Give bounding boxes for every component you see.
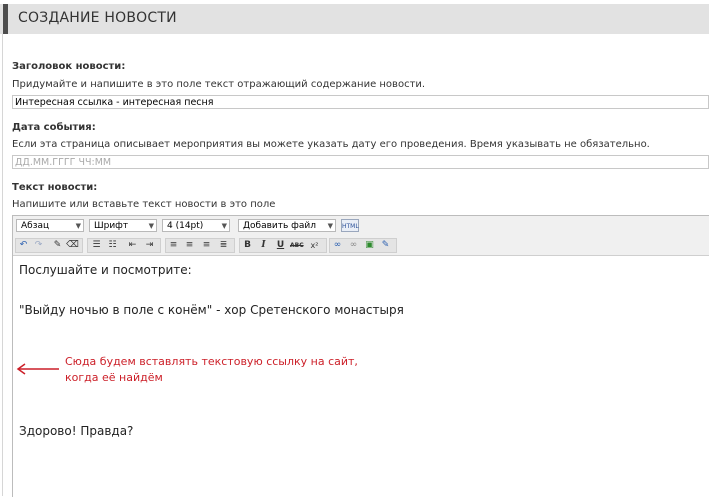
- bullet-list-icon[interactable]: ☰: [90, 239, 103, 252]
- eraser-icon[interactable]: ⌫: [66, 239, 79, 252]
- strikethrough-icon[interactable]: ABC: [290, 239, 304, 252]
- link-icon[interactable]: ∞: [331, 239, 344, 252]
- editor-line: Здорово! Правда?: [19, 424, 134, 438]
- italic-icon[interactable]: I: [257, 239, 270, 252]
- image-icon[interactable]: ▣: [363, 239, 376, 252]
- add-file-select-label: Добавить файл: [243, 221, 316, 231]
- align-left-icon[interactable]: ≡: [167, 239, 180, 252]
- title-hint: Придумайте и напишите в это поле текст о…: [12, 79, 426, 90]
- size-select-label: 4 (14pt): [167, 221, 204, 231]
- title-label: Заголовок новости:: [12, 61, 126, 72]
- editor-line: Послушайте и посмотрите:: [19, 263, 192, 277]
- date-input[interactable]: ДД.ММ.ГГГГ ЧЧ:ММ: [12, 155, 709, 169]
- date-hint: Если эта страница описывает мероприятия …: [12, 139, 650, 150]
- html-source-button[interactable]: HTML: [341, 219, 359, 232]
- edit-icon[interactable]: ✎: [379, 239, 392, 252]
- chevron-down-icon: ▼: [327, 222, 333, 230]
- indent-icon[interactable]: ⇥: [143, 239, 156, 252]
- editor-toolbar-bottom: ↶ ↷ ✎ ⌫ ☰ ☷ ⇤ ⇥ ≡ ≡ ≡ ≣ B I U ABC x² ∞ ∞…: [13, 236, 709, 256]
- unlink-icon[interactable]: ∞: [347, 239, 360, 252]
- outdent-icon[interactable]: ⇤: [126, 239, 139, 252]
- font-select-label: Шрифт: [94, 221, 129, 231]
- page-title: СОЗДАНИЕ НОВОСТИ: [18, 10, 177, 26]
- title-input[interactable]: Интересная ссылка - интересная песня: [12, 95, 709, 109]
- size-select[interactable]: 4 (14pt) ▼: [162, 219, 230, 232]
- align-justify-icon[interactable]: ≣: [217, 239, 230, 252]
- annotation-note-line: Сюда будем вставлять текстовую ссылку на…: [65, 355, 358, 368]
- format-select-label: Абзац: [21, 221, 50, 231]
- body-label: Текст новости:: [12, 182, 98, 193]
- annotation-note-line: когда её найдём: [65, 371, 163, 384]
- annotation-arrow-icon: [16, 363, 59, 375]
- font-select[interactable]: Шрифт ▼: [89, 219, 157, 232]
- align-center-icon[interactable]: ≡: [183, 239, 196, 252]
- editor-toolbar-top: Абзац ▼ Шрифт ▼ 4 (14pt) ▼ Добавить файл…: [13, 216, 709, 236]
- header-accent-bar: [3, 4, 8, 34]
- align-right-icon[interactable]: ≡: [200, 239, 213, 252]
- add-file-select[interactable]: Добавить файл ▼: [238, 219, 336, 232]
- body-hint: Напишите или вставьте текст новости в эт…: [12, 199, 276, 210]
- numbered-list-icon[interactable]: ☷: [106, 239, 119, 252]
- date-label: Дата события:: [12, 122, 96, 133]
- page-header: СОЗДАНИЕ НОВОСТИ: [0, 4, 709, 34]
- superscript-icon[interactable]: x²: [308, 239, 321, 252]
- chevron-down-icon: ▼: [148, 222, 154, 230]
- editor-line: "Выйду ночью в поле с конём" - хор Срете…: [19, 303, 404, 317]
- format-select[interactable]: Абзац ▼: [16, 219, 84, 232]
- bold-icon[interactable]: B: [241, 239, 254, 252]
- chevron-down-icon: ▼: [75, 222, 81, 230]
- chevron-down-icon: ▼: [221, 222, 227, 230]
- underline-icon[interactable]: U: [274, 239, 287, 252]
- cleanup-icon[interactable]: ✎: [51, 239, 64, 252]
- undo-icon[interactable]: ↶: [17, 239, 30, 252]
- redo-icon[interactable]: ↷: [32, 239, 45, 252]
